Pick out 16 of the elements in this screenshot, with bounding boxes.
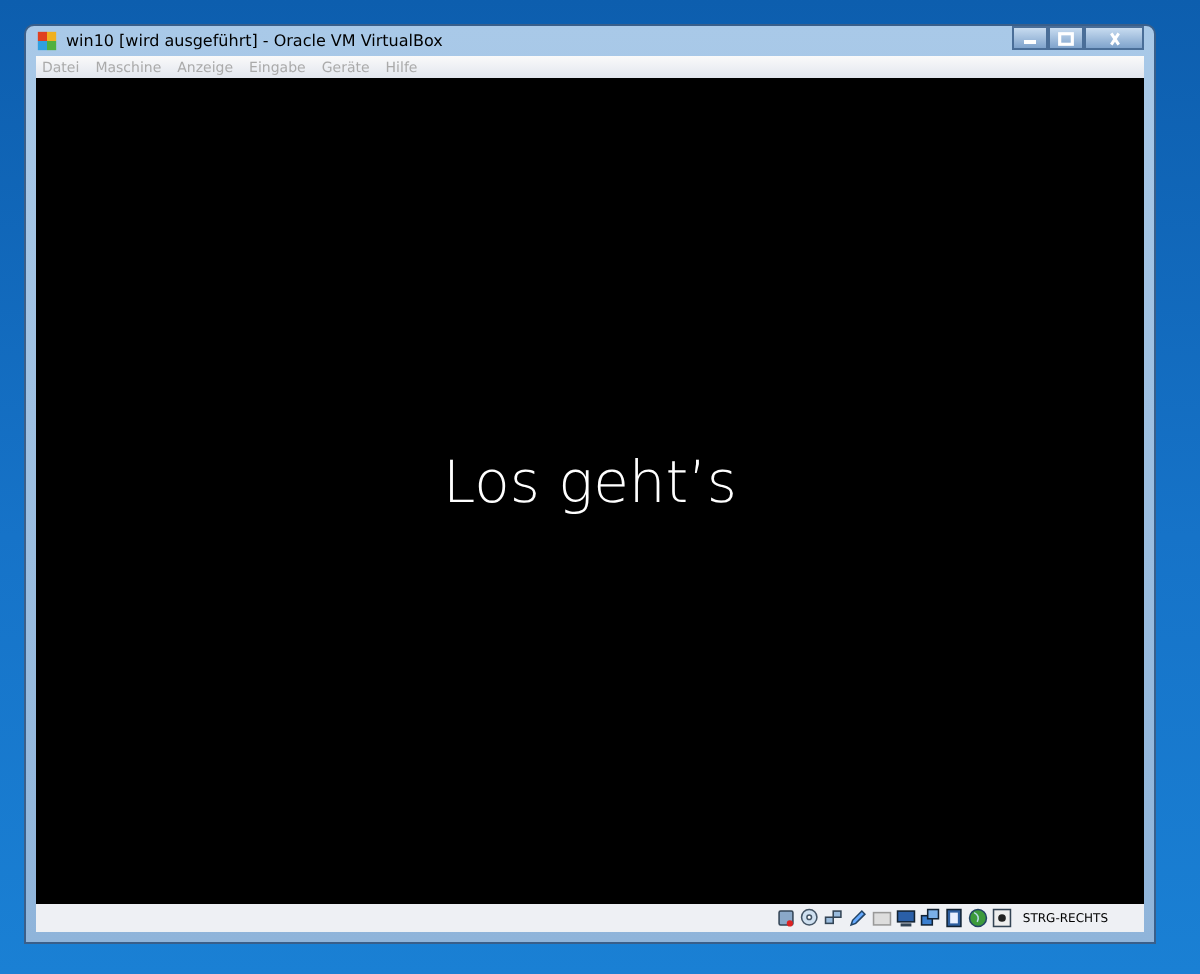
document-icon[interactable] — [944, 908, 965, 928]
close-button[interactable] — [1084, 26, 1144, 50]
maximize-button[interactable] — [1048, 26, 1084, 50]
globe-icon[interactable] — [968, 908, 989, 928]
minimize-icon — [1024, 40, 1036, 44]
windows-icon[interactable] — [920, 908, 941, 928]
close-icon — [1109, 31, 1119, 45]
network-icon[interactable] — [824, 908, 845, 928]
display-icon[interactable] — [896, 908, 917, 928]
maximize-icon — [1058, 31, 1074, 45]
disc-icon[interactable] — [800, 908, 821, 928]
welcome-message: Los geht’s — [442, 447, 738, 515]
window-title: win10 [wird ausgeführt] - Oracle VM VirtualBox — [66, 32, 443, 50]
mouse-icon[interactable] — [992, 908, 1013, 928]
pen-icon[interactable] — [848, 908, 869, 928]
minimize-button[interactable] — [1012, 26, 1048, 50]
